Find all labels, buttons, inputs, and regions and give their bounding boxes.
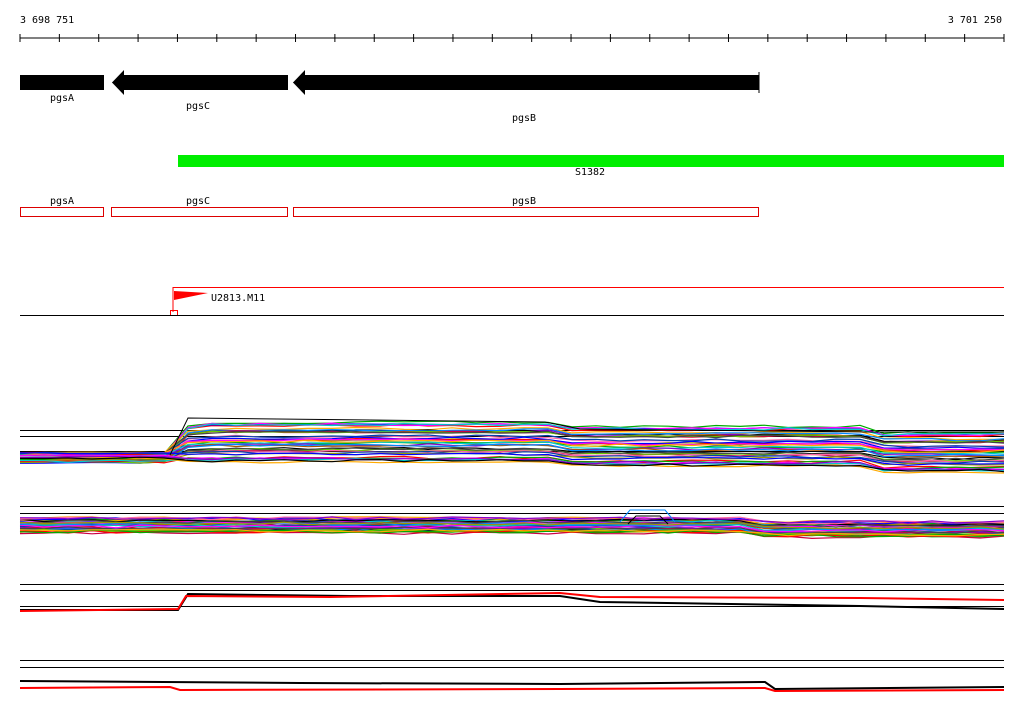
tss-track: U2813.M11 xyxy=(20,287,1004,316)
gene-pgsB-arrowhead xyxy=(293,70,305,95)
ruler-start-label: 3 698 751 xyxy=(20,15,74,26)
gene-pgsC-arrow[interactable] xyxy=(112,75,288,90)
tss-flag-icon[interactable] xyxy=(174,291,208,300)
segment-track: S1382 xyxy=(178,155,1004,178)
gene-pgsB-arrow[interactable] xyxy=(293,75,759,90)
track-3-series-black xyxy=(20,592,1005,611)
gene-pgsA-label: pgsA xyxy=(50,93,74,104)
coordinate-ruler: 3 698 751 3 701 250 xyxy=(19,15,1005,42)
operon-box-pgsB[interactable] xyxy=(293,207,759,217)
operon-track: pgsA pgsC pgsB xyxy=(20,196,759,217)
operon-box-pgsA-label: pgsA xyxy=(50,196,74,207)
gene-track: pgsA pgsC pgsB xyxy=(20,70,760,124)
expression-track-3 xyxy=(19,584,1005,612)
gene-pgsA-arrow[interactable] xyxy=(20,75,104,90)
operon-box-pgsA[interactable] xyxy=(20,207,104,217)
segment-S1382-label: S1382 xyxy=(575,167,605,178)
operon-box-pgsB-label: pgsB xyxy=(512,196,536,207)
operon-box-pgsC[interactable] xyxy=(111,207,288,217)
gene-pgsC-label: pgsC xyxy=(186,101,210,112)
genome-browser-view: 3 698 751 3 701 250 pgsA pgsC pgsB S1382… xyxy=(19,15,1005,693)
segment-S1382-bar[interactable] xyxy=(178,155,1004,167)
operon-box-pgsC-label: pgsC xyxy=(186,196,210,207)
tss-marker-box xyxy=(170,310,178,316)
ruler-end-label: 3 701 250 xyxy=(948,15,1002,26)
tss-label: U2813.M11 xyxy=(211,293,265,304)
expression-track-1 xyxy=(19,417,1005,474)
gene-pgsC-arrowhead xyxy=(112,70,124,95)
expression-track-4 xyxy=(19,660,1005,693)
gene-pgsB-label: pgsB xyxy=(512,113,536,124)
expression-track-2 xyxy=(19,506,1005,540)
